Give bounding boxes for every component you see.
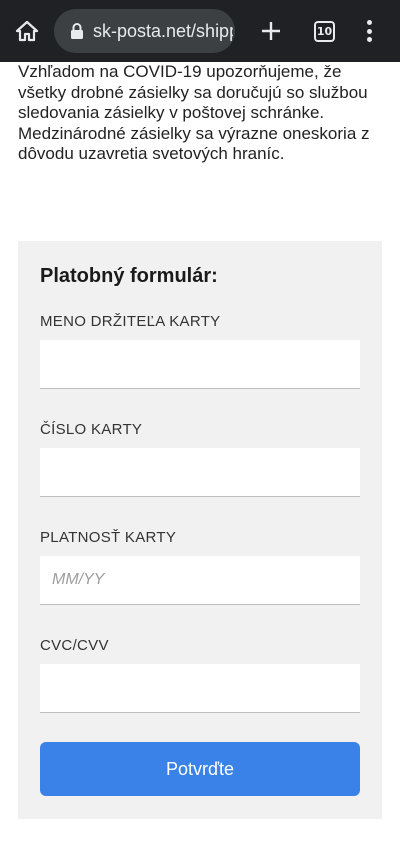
- payment-form: Platobný formulár: MENO DRŽITEĽA KARTY Č…: [18, 241, 382, 819]
- cvc-label: CVC/CVV: [40, 637, 109, 654]
- covid-notice: Vzhľadom na COVID-19 upozorňujeme, že vš…: [18, 62, 370, 163]
- cardholder-name-input[interactable]: [40, 340, 360, 389]
- cardholder-name-label: MENO DRŽITEĽA KARTY: [40, 313, 221, 330]
- card-number-label: ČÍSLO KARTY: [40, 421, 143, 438]
- new-tab-plus-icon[interactable]: [256, 14, 286, 48]
- lock-icon: [68, 22, 86, 40]
- card-expiry-label: PLATNOSŤ KARTY: [40, 529, 177, 546]
- card-expiry-input[interactable]: [40, 556, 360, 605]
- submit-button[interactable]: Potvrďte: [40, 742, 360, 796]
- card-number-input[interactable]: [40, 448, 360, 497]
- home-icon[interactable]: [10, 14, 44, 48]
- tab-count: 10: [316, 25, 333, 38]
- form-title: Platobný formulár:: [40, 265, 218, 287]
- tab-switcher-icon[interactable]: 10: [314, 21, 335, 42]
- address-bar[interactable]: sk-posta.net/shipping: [54, 9, 235, 53]
- url-text: sk-posta.net/shipping: [93, 21, 233, 41]
- browser-toolbar: sk-posta.net/shipping 10: [0, 0, 400, 62]
- cvc-input[interactable]: [40, 664, 360, 713]
- more-vert-icon[interactable]: [360, 17, 378, 45]
